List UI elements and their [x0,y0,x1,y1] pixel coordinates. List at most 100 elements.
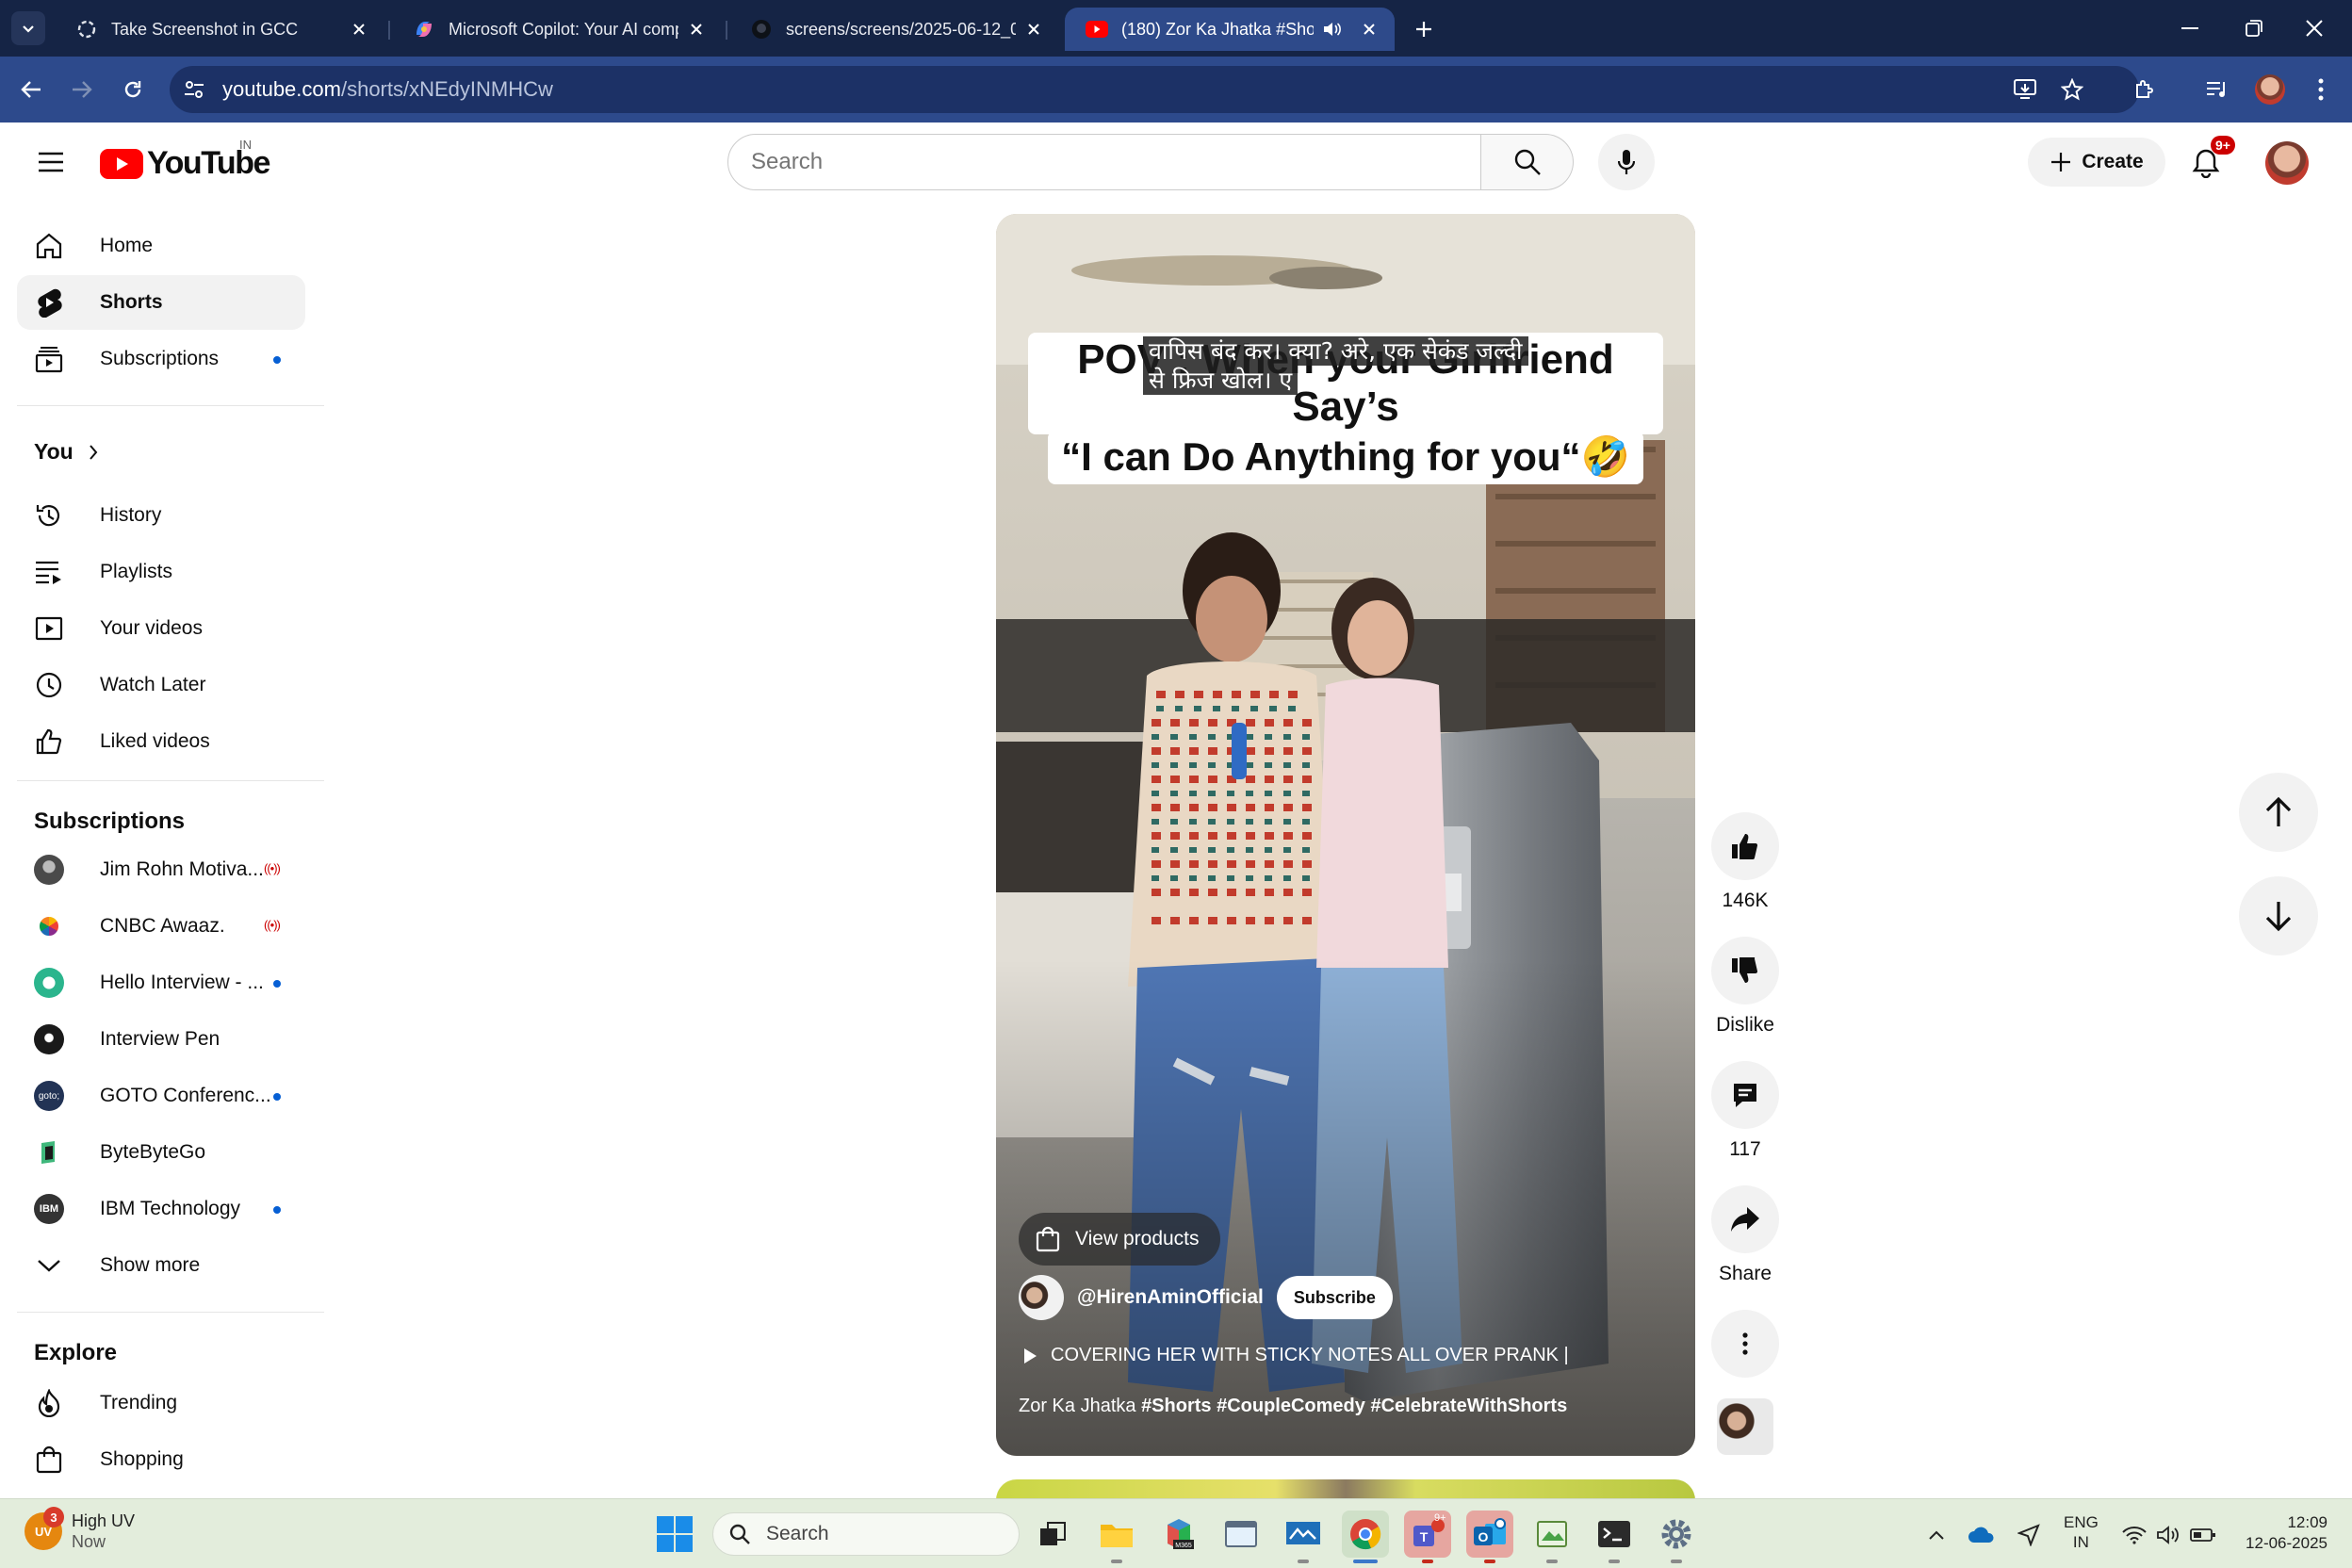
tab-title: Take Screenshot in GCC [111,19,299,39]
media-controls-button[interactable] [2199,72,2235,107]
share-button[interactable] [1711,1185,1779,1253]
install-app-button[interactable] [2007,72,2043,107]
language-code: ENG [2064,1513,2099,1531]
sidebar-item-shorts[interactable]: Shorts [17,275,305,330]
terminal-icon[interactable] [1591,1511,1638,1563]
close-tab-icon[interactable] [686,19,707,40]
next-short-button[interactable] [2239,876,2318,956]
tab-search-button[interactable] [11,11,45,45]
weather-widget[interactable]: UV 3 High UV Now [24,1507,135,1552]
chrome-icon[interactable] [1342,1511,1389,1563]
volume-icon[interactable] [2152,1516,2184,1554]
tab-copilot[interactable]: Microsoft Copilot: Your AI comp [392,8,722,51]
speaker-icon[interactable] [1321,19,1342,40]
microsoft-365-icon[interactable]: M365 [1155,1511,1202,1558]
remix-audio-thumbnail[interactable] [1717,1398,1773,1455]
new-tab-button[interactable] [1408,13,1440,45]
sidebar-item-playlists[interactable]: Playlists [17,545,305,599]
profile-button[interactable] [2252,72,2288,107]
tab-take-screenshot[interactable]: Take Screenshot in GCC [55,8,384,51]
sidebar-channel-interview-pen[interactable]: Interview Pen [17,1012,305,1067]
address-bar[interactable]: youtube.com/shorts/xNEdyINMHCw [170,66,2139,113]
tab-github-screens[interactable]: screens/screens/2025-06-12_09 [729,8,1059,51]
onedrive-icon[interactable] [1966,1516,1998,1554]
search-box[interactable] [727,134,1481,190]
channel-avatar[interactable] [1019,1275,1064,1320]
comments-button[interactable] [1711,1061,1779,1129]
previous-short-button[interactable] [2239,773,2318,852]
extensions-button[interactable] [2126,72,2162,107]
sidebar-channel-goto-conferences[interactable]: goto; GOTO Conferenc... [17,1069,305,1123]
file-explorer-icon[interactable] [1093,1511,1140,1563]
wifi-icon[interactable] [2118,1516,2150,1554]
tab-youtube-short[interactable]: (180) Zor Ka Jhatka #Shorts [1065,8,1395,51]
sidebar-item-watch-later[interactable]: Watch Later [17,658,305,712]
show-hidden-icons[interactable] [1922,1516,1951,1554]
restore-button[interactable] [2226,9,2282,47]
more-options-button[interactable] [1711,1310,1779,1378]
minimize-button[interactable] [2162,9,2218,47]
channel-name[interactable]: @HirenAminOfficial [1077,1286,1264,1309]
location-icon[interactable] [2013,1516,2045,1554]
subscribe-button[interactable]: Subscribe [1276,1276,1393,1319]
like-button[interactable] [1711,812,1779,880]
bookmark-button[interactable] [2054,72,2090,107]
sidebar-show-more[interactable]: Show more [17,1238,305,1293]
taskbar-search[interactable]: Search [712,1512,1020,1556]
youtube-logo[interactable]: YouTube IN [100,138,270,182]
title-hashtags[interactable]: #Shorts #CoupleComedy #CelebrateWithShor… [1141,1396,1567,1416]
sidebar-item-shopping[interactable]: Shopping [17,1432,305,1487]
sidebar-item-your-videos[interactable]: Your videos [17,601,305,656]
guide-menu-button[interactable] [32,143,70,181]
create-button[interactable]: Create [2028,138,2165,187]
close-window-button[interactable] [2286,9,2343,47]
paint-app-icon[interactable] [1528,1511,1576,1563]
sidebar-channel-hello-interview[interactable]: Hello Interview - ... [17,956,305,1010]
sidebar-you-header[interactable]: You [34,439,98,465]
close-tab-icon[interactable] [1023,19,1044,40]
outlook-icon[interactable]: O [1466,1511,1513,1563]
input-language[interactable]: ENG IN [2064,1512,2099,1552]
notifications-button[interactable]: 9+ [2182,136,2235,187]
uv-index-icon: UV 3 [24,1507,64,1550]
minimize-icon [2181,27,2198,29]
task-view-icon[interactable] [1029,1511,1076,1558]
site-info-icon[interactable] [177,73,211,106]
video-title[interactable]: Zor Ka Jhatka #Shorts #CoupleComedy #Cel… [1019,1396,1567,1417]
shorts-video-player[interactable]: POV : When your Girlfriend Say’s “I can … [996,214,1695,1456]
sidebar-channel-jim-rohn[interactable]: Jim Rohn Motiva... ((•)) [17,842,305,897]
view-products-button[interactable]: View products [1019,1213,1220,1266]
whiteboard-icon[interactable] [1280,1511,1327,1563]
back-button[interactable] [13,72,49,107]
sidebar-item-home[interactable]: Home [17,219,305,273]
windows-start-icon[interactable] [656,1515,694,1553]
voice-search-button[interactable] [1598,134,1655,190]
video-description[interactable]: COVERING HER WITH STICKY NOTES ALL OVER … [1022,1345,1569,1366]
sidebar-item-label: Home [100,235,154,256]
battery-icon[interactable] [2186,1516,2220,1554]
tab-separator [726,21,727,40]
sidebar-channel-cnbc-awaaz[interactable]: CNBC Awaaz. ((•)) [17,899,305,954]
close-tab-icon[interactable] [349,19,369,40]
sidebar-channel-bytebytego[interactable]: ByteByteGo [17,1125,305,1180]
sidebar-channel-ibm-technology[interactable]: IBM IBM Technology [17,1182,305,1236]
taskbar-search-label: Search [766,1523,829,1544]
search-input[interactable] [751,149,1480,175]
star-icon [2061,78,2083,101]
account-avatar[interactable] [2265,141,2309,185]
browser-menu-button[interactable] [2303,72,2339,107]
reload-button[interactable] [115,72,151,107]
settings-icon[interactable] [1653,1511,1700,1563]
sidebar-item-history[interactable]: History [17,488,305,543]
window-app-icon[interactable] [1217,1511,1265,1558]
close-tab-icon[interactable] [1359,19,1380,40]
sidebar-item-subscriptions[interactable]: Subscriptions [17,332,305,386]
forward-button[interactable] [64,72,100,107]
dislike-button[interactable] [1711,937,1779,1004]
sidebar-item-trending[interactable]: Trending [17,1376,305,1430]
sidebar-item-liked-videos[interactable]: Liked videos [17,714,305,769]
teams-icon[interactable]: T 9+ [1404,1511,1451,1563]
search-button[interactable] [1481,134,1574,190]
arrow-up-icon [2265,796,2292,826]
system-clock[interactable]: 12:09 12-06-2025 [2233,1512,2328,1554]
